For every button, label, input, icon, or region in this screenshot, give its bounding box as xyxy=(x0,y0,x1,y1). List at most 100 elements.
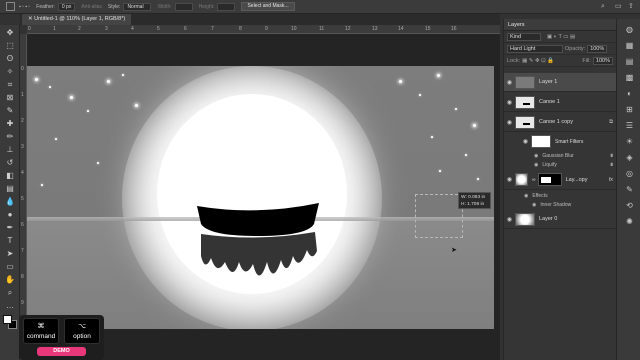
filter-row-gaussian-blur[interactable]: ◉ Gaussian Blur ⩩ xyxy=(504,151,617,160)
layer-row-canoe-1-copy[interactable]: ◉ Canoe 1 copy ⧉ xyxy=(504,113,617,132)
clone-stamp-tool-icon[interactable]: ⊥ xyxy=(4,144,16,155)
magic-wand-tool-icon[interactable]: ✧ xyxy=(4,66,16,77)
filter-icons[interactable]: ▣ ◐ T ▭ ▤ xyxy=(547,34,575,40)
layer-thumbnail xyxy=(515,173,528,186)
healing-brush-tool-icon[interactable]: ✚ xyxy=(4,118,16,129)
visibility-eye-icon[interactable]: ◉ xyxy=(532,202,536,208)
layer-name: Layer 0 xyxy=(539,216,558,222)
color-panel-icon[interactable]: ◍ xyxy=(625,25,634,34)
visibility-eye-icon[interactable]: ◉ xyxy=(534,162,538,168)
width-input[interactable] xyxy=(174,2,193,11)
visibility-eye-icon[interactable]: ◉ xyxy=(504,79,515,86)
type-tool-icon[interactable]: T xyxy=(4,235,16,246)
layer-row-layer-0[interactable]: ◉ Layer 0 xyxy=(504,210,617,229)
dodge-tool-icon[interactable]: ● xyxy=(4,209,16,220)
document-canvas[interactable]: W: 0.083 in H: 1.708 in ➤ xyxy=(27,66,494,329)
swatches-panel-icon[interactable]: ▦ xyxy=(625,41,634,50)
frame-tool-icon[interactable]: ⊠ xyxy=(4,92,16,103)
channels-panel-icon[interactable]: ◎ xyxy=(625,169,634,178)
layer-name: Lay...opy xyxy=(565,176,588,183)
search-icon[interactable]: ⌕ xyxy=(601,3,609,11)
height-input[interactable] xyxy=(217,2,236,11)
marquee-tool-icon[interactable]: ⬚ xyxy=(4,40,16,51)
effects-row[interactable]: ◉ Effects xyxy=(504,191,617,200)
option-key-symbol: ⌥ xyxy=(77,323,87,330)
filter-kind-select[interactable]: Kind xyxy=(507,32,541,41)
brushes-panel-icon[interactable]: ✺ xyxy=(625,217,634,226)
libraries-panel-icon[interactable]: ⊞ xyxy=(625,105,634,114)
path-selection-tool-icon[interactable]: ➤ xyxy=(4,248,16,259)
history-panel-icon[interactable]: ⟲ xyxy=(625,201,634,210)
fill-input[interactable]: 100% xyxy=(592,56,613,65)
visibility-eye-icon[interactable]: ◉ xyxy=(504,216,515,223)
learn-panel-icon[interactable]: ☀ xyxy=(625,137,634,146)
layer-row-layer-1[interactable]: ◉ Layer 1 xyxy=(504,73,617,92)
history-brush-tool-icon[interactable]: ↺ xyxy=(4,157,16,168)
marquee-tool-icon[interactable] xyxy=(6,2,15,11)
style-select[interactable]: Normal xyxy=(123,2,152,11)
ruler-tick: 3 xyxy=(21,144,24,150)
foreground-color-swatch[interactable] xyxy=(3,315,12,324)
visibility-eye-icon[interactable]: ◉ xyxy=(524,193,528,199)
ruler-tick: 15 xyxy=(425,26,431,32)
visibility-eye-icon[interactable]: ◉ xyxy=(534,153,538,159)
adjustments-panel-icon[interactable]: ◐ xyxy=(625,89,634,98)
selection-mode-icons[interactable]: ▪ ▫ ▪ ▫ xyxy=(19,4,30,10)
crop-tool-icon[interactable]: ⌗ xyxy=(4,79,16,90)
visibility-eye-icon[interactable]: ◉ xyxy=(504,119,515,126)
pen-tool-icon[interactable]: ✒ xyxy=(4,222,16,233)
blending-options-icon[interactable]: ⩩ xyxy=(610,162,613,168)
workspace-icon[interactable]: ▭ xyxy=(615,3,623,11)
opacity-label: Opacity: xyxy=(565,45,586,52)
layer-row-canoe-1[interactable]: ◉ Canoe 1 xyxy=(504,93,617,112)
hand-tool-icon[interactable]: ✋ xyxy=(4,274,16,285)
blend-mode-select[interactable]: Hard Light xyxy=(507,44,563,53)
feather-input[interactable]: 0 px xyxy=(57,2,76,11)
height-label: Height: xyxy=(198,3,215,10)
more-tools-icon[interactable]: … xyxy=(4,300,16,311)
ruler-tick: 11 xyxy=(319,26,325,32)
share-icon[interactable]: ⇪ xyxy=(628,3,636,11)
select-and-mask-button[interactable]: Select and Mask... xyxy=(241,2,295,11)
filter-row-liquify[interactable]: ◉ Liquify ⩩ xyxy=(504,160,617,169)
ruler-tick: 5 xyxy=(157,26,160,32)
move-tool-icon[interactable]: ✥ xyxy=(4,27,16,38)
rectangle-tool-icon[interactable]: ▭ xyxy=(4,261,16,272)
visibility-eye-icon[interactable]: ◉ xyxy=(504,176,515,183)
brush-tool-icon[interactable]: ✏ xyxy=(4,131,16,142)
smart-filters-row[interactable]: ◉ Smart Filters xyxy=(504,133,617,150)
anti-alias-checkbox[interactable]: Anti-alias xyxy=(81,4,102,10)
blending-options-icon[interactable]: ⩩ xyxy=(610,153,613,159)
opacity-input[interactable]: 100% xyxy=(587,44,608,53)
lock-label: Lock: xyxy=(507,57,521,64)
cursor-icon: ➤ xyxy=(451,247,457,254)
ruler-tick: 0 xyxy=(21,66,24,72)
marquee-selection[interactable] xyxy=(415,194,463,238)
zoom-tool-icon[interactable]: ⌕ xyxy=(4,287,16,298)
ruler-tick: 6 xyxy=(184,26,187,32)
lasso-tool-icon[interactable]: ʘ xyxy=(4,53,16,64)
layer-row-layer-copy[interactable]: ◉ ∞ Lay...opy fx xyxy=(504,170,617,190)
visibility-eye-icon[interactable]: ◉ xyxy=(520,138,531,145)
visibility-eye-icon[interactable]: ◉ xyxy=(504,99,515,106)
document-tab[interactable]: ✕ Untitled-1 @ 110% (Layer 1, RGB/8*) xyxy=(22,14,132,25)
readout-height: H: 1.708 in xyxy=(461,202,485,207)
lock-icons[interactable]: ▦ ✎ ✥ ⊡ 🔒 xyxy=(522,58,554,64)
layers-panel-tab[interactable]: Layers xyxy=(504,19,616,31)
layer-mask-thumbnail xyxy=(537,173,562,186)
eraser-tool-icon[interactable]: ◧ xyxy=(4,170,16,181)
paths-panel-icon[interactable]: ✎ xyxy=(625,185,634,194)
blur-tool-icon[interactable]: 💧 xyxy=(4,196,16,207)
layers-panel-icon[interactable]: ◈ xyxy=(625,153,634,162)
gradients-panel-icon[interactable]: ▤ xyxy=(625,57,634,66)
ruler-tick: 1 xyxy=(53,26,56,32)
canvas-area[interactable]: W: 0.083 in H: 1.708 in ➤ xyxy=(27,34,500,360)
patterns-panel-icon[interactable]: ▩ xyxy=(625,73,634,82)
canoe xyxy=(197,203,319,236)
eyedropper-tool-icon[interactable]: ✎ xyxy=(4,105,16,116)
properties-panel-icon[interactable]: ☰ xyxy=(625,121,634,130)
effect-row-inner-shadow[interactable]: ◉ Inner Shadow xyxy=(504,200,617,209)
chain-link-icon[interactable]: ∞ xyxy=(532,177,536,183)
fx-icon[interactable]: fx xyxy=(609,177,613,183)
gradient-tool-icon[interactable]: ▤ xyxy=(4,183,16,194)
